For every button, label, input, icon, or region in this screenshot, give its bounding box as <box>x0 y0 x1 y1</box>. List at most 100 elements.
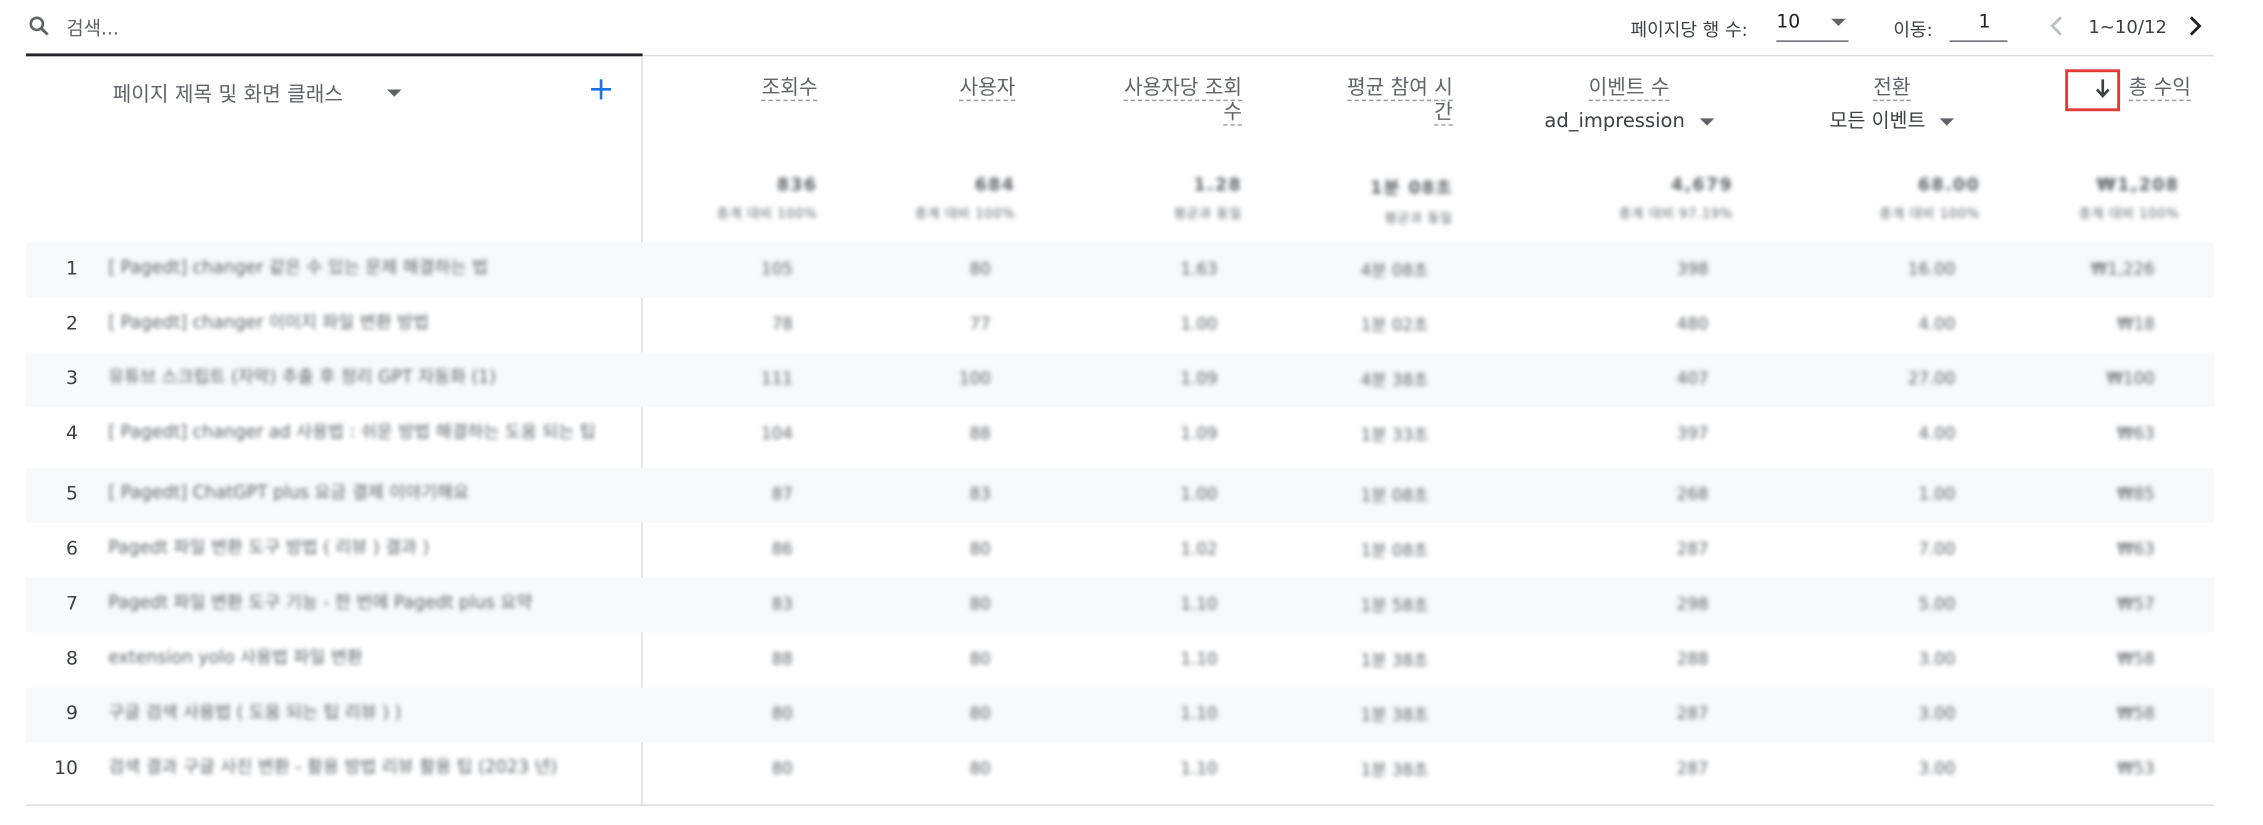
cell-views: 111 <box>761 368 793 389</box>
page-title-cell[interactable]: [ Pagedt] changer 이미지 파일 변환 방법 <box>108 311 606 334</box>
goto-page-value: 1 <box>1978 11 1991 34</box>
metric-header-label: 사용자 <box>959 76 1016 102</box>
cell-avg-engagement: 1분 38초 <box>1360 704 1429 725</box>
page-title-cell[interactable]: 구글 검색 사용법 ( 도움 되는 팁 리뷰 ) ) <box>108 700 606 723</box>
cell-users: 80 <box>969 758 991 779</box>
page-title-cell[interactable]: [ Pagedt] changer 같은 수 있는 문제 해결하는 법 <box>108 256 606 279</box>
goto-page-input[interactable]: 1 <box>1949 9 2008 42</box>
cell-conversions: 4.00 <box>1918 423 1956 444</box>
total-cell: 1.28 평균과 동일 <box>1174 175 1242 223</box>
cell-avg-engagement: 1분 08초 <box>1360 485 1429 506</box>
dimension-header[interactable]: 페이지 제목 및 화면 클래스 <box>113 79 343 108</box>
metric-header-label: 총 수익 <box>2128 76 2191 102</box>
total-sub: 총계 대비 100% <box>2078 207 2180 223</box>
cell-conversions: 3.00 <box>1918 703 1956 724</box>
total-value: 1.28 <box>1193 174 1243 195</box>
page-title-cell[interactable]: Pagedt 파일 변환 도구 방법 ( 리뷰 ) 결과 ) <box>108 536 606 559</box>
cell-views: 105 <box>761 258 793 279</box>
rows-per-page-select[interactable]: 10 <box>1776 9 1849 42</box>
page-title-cell[interactable]: [ Pagedt] ChatGPT plus 요금 결제 이야기해요 <box>108 481 606 504</box>
cell-conversions: 27.00 <box>1907 368 1956 389</box>
cell-conversions: 5.00 <box>1918 593 1956 614</box>
cell-total-revenue: ₩100 <box>2106 368 2155 389</box>
cell-total-revenue: ₩63 <box>2117 423 2155 444</box>
conversion-filter-value: 모든 이벤트 <box>1829 109 1926 133</box>
chevron-left-icon[interactable] <box>2046 14 2066 37</box>
row-number: 2 <box>66 313 78 336</box>
cell-event-count: 407 <box>1676 368 1709 389</box>
total-cell: 68.00 총계 대비 100% <box>1880 175 1980 223</box>
conversion-filter-select[interactable]: 모든 이벤트 <box>1802 110 1981 135</box>
search-icon <box>29 16 49 36</box>
cell-users: 77 <box>969 313 991 334</box>
metric-header-event-count[interactable]: 이벤트 수 ad_impression <box>1531 76 1727 135</box>
cell-conversions: 3.00 <box>1918 648 1956 669</box>
cell-event-count: 287 <box>1676 538 1709 559</box>
total-sub: 총계 대비 100% <box>914 207 1016 223</box>
arrow-down-icon[interactable] <box>2094 77 2111 100</box>
table-row[interactable]: 5 [ Pagedt] ChatGPT plus 요금 결제 이야기해요 87 83 1… <box>25 467 2214 523</box>
row-number: 6 <box>66 538 78 561</box>
rows-per-page-label: 페이지당 행 수: <box>1630 18 1748 41</box>
metric-header-users[interactable]: 사용자 <box>959 76 1016 102</box>
cell-views: 87 <box>771 483 793 505</box>
page-title-cell[interactable]: extension yolo 사용법 파일 변환 <box>108 646 606 669</box>
cell-views-per-user: 1.00 <box>1180 483 1218 505</box>
metric-header-label: 수 <box>1223 101 1243 126</box>
page-title-cell[interactable]: 검색 결과 구글 사진 변환 - 활용 방법 리뷰 활용 팁 (2023 년) <box>108 755 606 778</box>
metric-header-avg-engagement[interactable]: 평균 참여 시 간 <box>1346 76 1453 126</box>
rows-per-page-value: 10 <box>1776 11 1801 34</box>
page-title-cell[interactable]: Pagedt 파일 변환 도구 기능 - 한 번에 Pagedt plus 요약 <box>108 591 606 614</box>
page-title-cell[interactable]: 유튜브 스크립트 (자막) 추출 후 정리 GPT 자동화 (1) <box>108 365 606 388</box>
table-row[interactable]: 3 유튜브 스크립트 (자막) 추출 후 정리 GPT 자동화 (1) 111 100… <box>25 352 2214 408</box>
metric-header-conversions[interactable]: 전환 모든 이벤트 <box>1802 76 1981 135</box>
cell-views-per-user: 1.09 <box>1180 423 1218 444</box>
cell-views: 83 <box>771 593 793 614</box>
event-filter-select[interactable]: ad_impression <box>1531 110 1727 135</box>
total-sub: 평균과 동일 <box>1173 207 1243 223</box>
metric-header-label: 조회수 <box>761 76 818 102</box>
table-row[interactable]: 8 extension yolo 사용법 파일 변환 88 80 1.10 1분 38초 2… <box>26 633 2214 688</box>
total-value: 4,679 <box>1670 174 1734 195</box>
total-sub: 총계 대비 100% <box>716 207 818 223</box>
table-row[interactable]: 1 [ Pagedt] changer 같은 수 있는 문제 해결하는 법 105 8… <box>25 242 2214 298</box>
total-cell: ₩1,208 총계 대비 100% <box>2079 175 2179 223</box>
cell-views-per-user: 1.10 <box>1180 593 1218 614</box>
divider <box>642 54 2214 57</box>
cell-avg-engagement: 1분 08초 <box>1360 540 1429 561</box>
table-row[interactable]: 7 Pagedt 파일 변환 도구 기능 - 한 번에 Pagedt plus 요… <box>25 577 2214 633</box>
cell-users: 80 <box>969 538 991 559</box>
divider <box>25 53 643 57</box>
table-row[interactable]: 2 [ Pagedt] changer 이미지 파일 변환 방법 78 77 1.00 1… <box>26 298 2214 353</box>
cell-total-revenue: ₩85 <box>2117 483 2155 505</box>
metric-header-label: 평균 참여 시 <box>1346 76 1453 102</box>
total-value: 836 <box>776 174 818 195</box>
metric-header-total-revenue[interactable]: 총 수익 <box>2128 76 2191 102</box>
cell-users: 80 <box>969 648 991 669</box>
cell-users: 80 <box>969 703 991 724</box>
table-row[interactable]: 4 [ Pagedt] changer ad 사용법 : 쉬운 방법 해결하는 도… <box>26 407 2214 468</box>
add-dimension-button[interactable]: + <box>588 74 615 107</box>
cell-avg-engagement: 1분 38초 <box>1360 649 1429 671</box>
chevron-down-icon[interactable] <box>387 89 402 97</box>
table-row[interactable]: 6 Pagedt 파일 변환 도구 방법 ( 리뷰 ) 결과 ) 86 80 1.02 1… <box>26 523 2214 578</box>
table-row[interactable]: 10 검색 결과 구글 사진 변환 - 활용 방법 리뷰 활용 팁 (2023 년… <box>26 742 2214 803</box>
pagination-range: 1~10/12 <box>2088 15 2167 38</box>
table-row[interactable]: 9 구글 검색 사용법 ( 도움 되는 팁 리뷰 ) ) 80 80 1.10 1분 38… <box>25 687 2214 743</box>
total-value: 68.00 <box>1917 174 1980 195</box>
page-title-cell[interactable]: [ Pagedt] changer ad 사용법 : 쉬운 방법 해결하는 도움… <box>108 420 606 443</box>
cell-views-per-user: 1.10 <box>1180 758 1218 779</box>
chevron-down-icon <box>1699 117 1714 125</box>
chevron-right-icon[interactable] <box>2185 14 2205 37</box>
metric-header-views[interactable]: 조회수 <box>761 76 818 102</box>
cell-views-per-user: 1.10 <box>1180 703 1218 724</box>
cell-conversions: 4.00 <box>1918 313 1956 334</box>
cell-users: 80 <box>969 258 991 279</box>
metric-header-views-per-user[interactable]: 사용자당 조회 수 <box>1123 76 1243 126</box>
cell-event-count: 480 <box>1676 313 1709 334</box>
cell-avg-engagement: 4분 08초 <box>1360 259 1429 281</box>
chevron-down-icon <box>1831 18 1846 26</box>
row-number: 4 <box>66 423 78 445</box>
total-value: 1분 08초 <box>1370 177 1453 198</box>
search-input[interactable]: 검색... <box>66 13 118 41</box>
